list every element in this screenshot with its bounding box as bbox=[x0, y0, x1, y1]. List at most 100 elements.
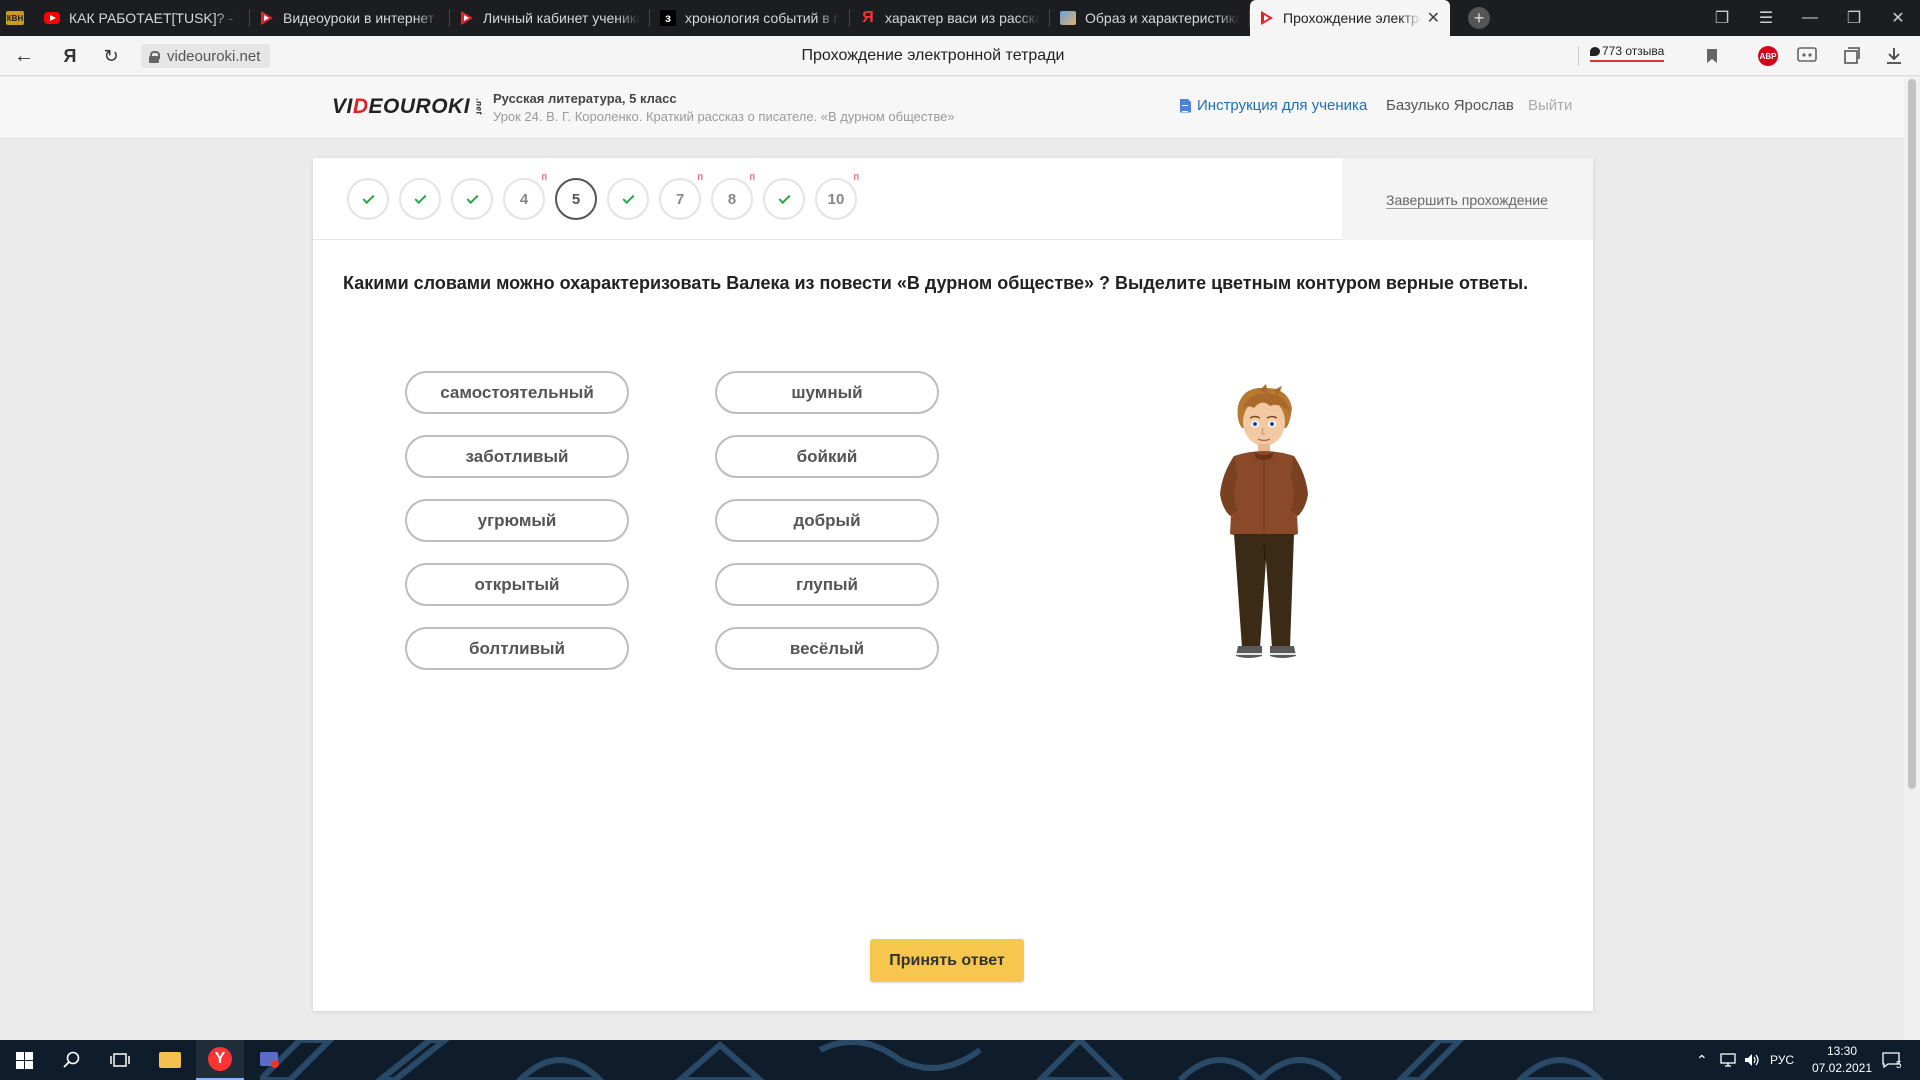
lesson-title: Урок 24. В. Г. Короленко. Краткий расска… bbox=[493, 109, 955, 124]
finish-link[interactable]: Завершить прохождение bbox=[1386, 192, 1548, 209]
check-icon bbox=[413, 191, 427, 204]
reload-icon[interactable]: ↻ bbox=[93, 36, 129, 76]
minimize-icon[interactable]: — bbox=[1788, 0, 1832, 36]
divider bbox=[1578, 46, 1579, 66]
reviews-badge[interactable]: 773 отзыва bbox=[1590, 44, 1665, 62]
windows-logo-icon bbox=[15, 1051, 33, 1069]
system-clock[interactable]: 13:30 07.02.2021 bbox=[1810, 1043, 1874, 1077]
step-8[interactable]: 8п bbox=[711, 172, 755, 220]
answer-option[interactable]: болтливый bbox=[405, 627, 629, 670]
step-6[interactable] bbox=[607, 178, 649, 220]
taskbar-wallpaper-art bbox=[260, 1040, 1605, 1080]
question-text: Какими словами можно охарактеризовать Ва… bbox=[343, 273, 1529, 293]
answer-option[interactable]: добрый bbox=[715, 499, 939, 542]
yandex-icon: Я bbox=[862, 9, 874, 26]
download-icon[interactable] bbox=[1882, 44, 1906, 68]
address-bar: ← Я ↻ videouroki.net Прохождение электро… bbox=[0, 36, 1920, 76]
step-7[interactable]: 7п bbox=[659, 172, 703, 220]
check-icon bbox=[465, 191, 479, 204]
answer-option[interactable]: заботливый bbox=[405, 435, 629, 478]
page-title: Прохождение электронной тетради bbox=[801, 47, 1065, 64]
search-icon[interactable] bbox=[48, 1040, 96, 1080]
clock-date: 07.02.2021 bbox=[1811, 1061, 1873, 1075]
file-explorer-icon[interactable] bbox=[146, 1040, 194, 1080]
task-view-icon[interactable] bbox=[96, 1040, 144, 1080]
notifications-count: 5 bbox=[1896, 1059, 1902, 1071]
bookmarks-icon[interactable]: ❐ bbox=[1700, 0, 1744, 36]
yandex-home-icon[interactable]: Я bbox=[52, 36, 88, 76]
step-2[interactable] bbox=[399, 178, 441, 220]
browser-tab-2[interactable]: Видеоуроки в интернет - bbox=[250, 0, 450, 36]
answer-option[interactable]: бойкий bbox=[715, 435, 939, 478]
accept-answer-button[interactable]: Принять ответ bbox=[870, 939, 1024, 982]
network-icon[interactable] bbox=[1720, 1040, 1736, 1080]
step-1[interactable] bbox=[347, 178, 389, 220]
browser-tab-4[interactable]: з хронология событий в пр bbox=[650, 0, 850, 36]
browser-tab-active[interactable]: Прохождение электро ✕ bbox=[1250, 0, 1450, 36]
user-name[interactable]: Базулько Ярослав bbox=[1386, 97, 1514, 114]
browser-tab-strip: КВН КАК РАБОТАЕТ[TUSK]? - \ Видеоуроки в… bbox=[0, 0, 1920, 36]
yandex-browser-taskbar-icon[interactable]: Y bbox=[196, 1040, 244, 1080]
browser-tab-3[interactable]: Личный кабинет ученика bbox=[450, 0, 650, 36]
step-flag: п bbox=[697, 172, 703, 183]
document-icon bbox=[1180, 98, 1191, 113]
restore-icon[interactable]: ❒ bbox=[1832, 0, 1876, 36]
answer-option[interactable]: открытый bbox=[405, 563, 629, 606]
url-field[interactable]: videouroki.net bbox=[141, 44, 271, 68]
instruction-link[interactable]: Инструкция для ученика bbox=[1180, 97, 1367, 114]
answer-option[interactable]: самостоятельный bbox=[405, 371, 629, 414]
videouroki-icon bbox=[260, 10, 274, 26]
step-5[interactable]: 5 bbox=[555, 178, 597, 220]
step-flag: п bbox=[853, 172, 859, 183]
browser-tab-5[interactable]: Я характер васи из рассказ bbox=[850, 0, 1050, 36]
logo-text: EOUROKI bbox=[368, 95, 471, 118]
step-3[interactable] bbox=[451, 178, 493, 220]
media-app-icon[interactable] bbox=[246, 1040, 294, 1080]
new-tab-button[interactable]: + bbox=[1468, 7, 1490, 29]
notifications-icon[interactable]: 5 bbox=[1882, 1040, 1902, 1080]
videouroki-icon bbox=[1260, 10, 1274, 26]
browser-tab-1[interactable]: КВН КАК РАБОТАЕТ[TUSK]? - \ bbox=[0, 0, 250, 36]
start-button[interactable] bbox=[0, 1040, 48, 1080]
back-icon[interactable]: ← bbox=[6, 36, 42, 76]
collections-icon[interactable] bbox=[1840, 44, 1864, 68]
answer-option[interactable]: весёлый bbox=[715, 627, 939, 670]
youtube-icon bbox=[44, 12, 60, 24]
scrollbar-thumb[interactable] bbox=[1908, 79, 1916, 789]
step-flag: п bbox=[541, 172, 547, 183]
logo-text: .net bbox=[474, 98, 484, 115]
lock-icon bbox=[149, 50, 160, 63]
page-scrollbar[interactable] bbox=[1904, 77, 1920, 1040]
answer-option[interactable]: шумный bbox=[715, 371, 939, 414]
language-indicator[interactable]: РУС bbox=[1770, 1040, 1794, 1080]
answer-option[interactable]: глупый bbox=[715, 563, 939, 606]
tray-expand-icon[interactable]: ⌃ bbox=[1696, 1040, 1708, 1080]
volume-icon[interactable] bbox=[1744, 1040, 1760, 1080]
step-9[interactable] bbox=[763, 178, 805, 220]
menu-icon[interactable]: ☰ bbox=[1744, 0, 1788, 36]
logo-text: VI bbox=[332, 95, 353, 118]
step-4[interactable]: 4п bbox=[503, 172, 547, 220]
logout-link[interactable]: Выйти bbox=[1528, 97, 1572, 114]
step-10[interactable]: 10 п bbox=[815, 172, 859, 220]
browser-tab-6[interactable]: Образ и характеристика В bbox=[1050, 0, 1250, 36]
tab-label: Видеоуроки в интернет - bbox=[283, 10, 440, 26]
reviews-count: 773 отзыва bbox=[1602, 44, 1665, 58]
extension-icon[interactable] bbox=[1795, 44, 1819, 68]
tab-label: Прохождение электро bbox=[1283, 10, 1421, 26]
boy-character-illustration bbox=[1220, 384, 1308, 658]
close-window-icon[interactable]: ✕ bbox=[1876, 0, 1920, 36]
bookmark-icon[interactable] bbox=[1700, 44, 1724, 68]
workbook-card: 4 п 5 7 п 8 п 10 п Завершить прохождение Какими … bbox=[313, 158, 1593, 1011]
answer-option[interactable]: угрюмый bbox=[405, 499, 629, 542]
adblock-icon[interactable]: ABP bbox=[1758, 46, 1778, 66]
znanija-icon: з bbox=[660, 10, 676, 26]
check-icon bbox=[777, 191, 791, 204]
tab-label: Личный кабинет ученика bbox=[483, 10, 640, 26]
site-logo[interactable]: VIDEOUROKI .net bbox=[332, 95, 487, 119]
steps-bar: 4 п 5 7 п 8 п 10 п Завершить прохождение bbox=[313, 158, 1593, 240]
close-tab-icon[interactable]: ✕ bbox=[1427, 8, 1440, 28]
image-icon bbox=[1060, 11, 1076, 25]
step-number: 10 bbox=[827, 190, 845, 208]
tab-label: Образ и характеристика В bbox=[1085, 10, 1240, 26]
